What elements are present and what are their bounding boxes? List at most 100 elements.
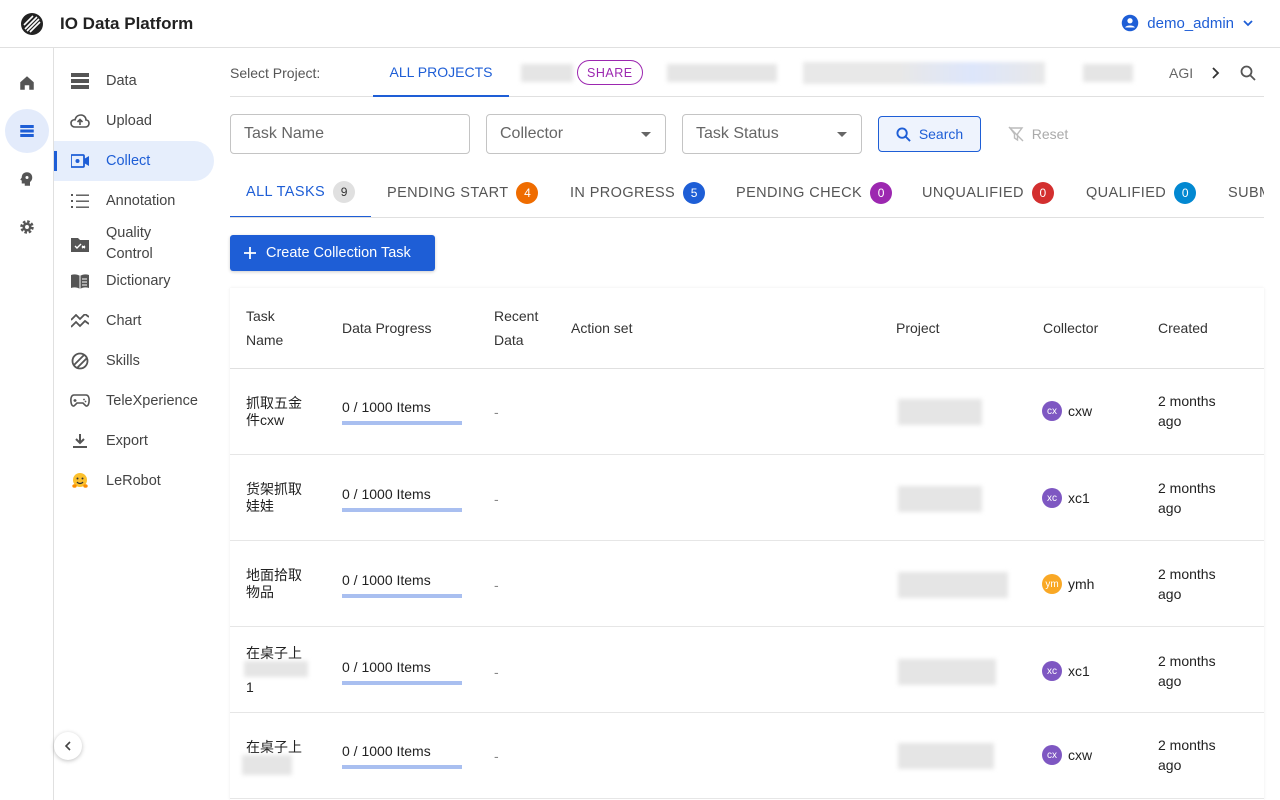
task-table: Task Name Data Progress Recent Data Acti… <box>230 288 1264 800</box>
task-name-line: 在桌子上 <box>246 645 302 661</box>
task-name-input[interactable]: Task Name <box>230 114 470 154</box>
task-name-line: 货架抓取 <box>246 481 302 497</box>
sidebar-item-chart[interactable]: Chart <box>54 301 214 341</box>
reset-button-label: Reset <box>1031 126 1069 142</box>
sidebar-item-dictionary[interactable]: Dictionary <box>54 261 214 301</box>
sidebar-collapse-button[interactable] <box>54 732 82 760</box>
collector-name: ymh <box>1068 576 1095 592</box>
table-row[interactable]: 抓取五金 件cxw 0 / 1000 Items - cx cxw 2 mont… <box>230 369 1264 455</box>
tab-label: SUBM <box>1228 185 1264 201</box>
tab-pending-start[interactable]: PENDING START 4 <box>387 168 539 217</box>
sidebar-item-data[interactable]: Data <box>54 61 214 101</box>
sidebar-item-annotation[interactable]: Annotation <box>54 181 214 221</box>
checklist-folder-icon <box>70 234 90 254</box>
list-icon <box>70 191 90 211</box>
tab-submitted[interactable]: SUBM <box>1228 168 1264 217</box>
dropdown-arrow-icon <box>641 132 651 137</box>
redacted-project <box>898 399 982 425</box>
progress-bar <box>342 421 462 425</box>
col-recent-data[interactable]: Recent Data <box>494 304 544 352</box>
logo-icon[interactable] <box>20 12 44 36</box>
table-row[interactable]: 地面拾取 物品 0 / 1000 Items - ym ymh 2 months… <box>230 541 1264 627</box>
col-collector[interactable]: Collector <box>1043 316 1098 340</box>
recent-data: - <box>494 577 499 593</box>
task-status-select[interactable]: Task Status <box>682 114 862 154</box>
search-button[interactable]: Search <box>878 116 981 152</box>
dropdown-arrow-icon <box>837 132 847 137</box>
progress-bar <box>342 681 462 685</box>
col-task-name[interactable]: Task Name <box>246 304 296 352</box>
collector-cell: cx cxw <box>1042 401 1092 421</box>
progress-bar <box>342 508 462 512</box>
col-data-progress[interactable]: Data Progress <box>342 316 431 340</box>
collector-name: cxw <box>1068 747 1093 763</box>
task-status-placeholder: Task Status <box>696 125 779 142</box>
task-name-line: 物品 <box>246 584 274 600</box>
icon-rail <box>0 48 54 800</box>
avatar: xc <box>1042 488 1062 508</box>
sidebar-item-lerobot[interactable]: LeRobot <box>54 461 214 501</box>
avatar: xc <box>1042 661 1062 681</box>
tab-all-projects-label: ALL PROJECTS <box>389 63 493 80</box>
table-row[interactable]: 在桌子上 1 0 / 1000 Items - xc xc1 2 months … <box>230 627 1264 713</box>
collector-cell: cx cxw <box>1042 745 1092 765</box>
tab-label: IN PROGRESS <box>570 185 676 201</box>
sidebar-item-skills[interactable]: Skills <box>54 341 214 381</box>
table-row[interactable]: 货架抓取 娃娃 0 / 1000 Items - xc xc1 2 months… <box>230 455 1264 541</box>
task-name-line: 在桌子上 <box>246 739 302 755</box>
rail-home[interactable] <box>7 63 47 103</box>
app-title: IO Data Platform <box>60 14 194 33</box>
chart-icon <box>70 311 90 331</box>
tab-unqualified[interactable]: UNQUALIFIED 0 <box>922 168 1054 217</box>
created-line: 2 months <box>1158 480 1216 496</box>
progress-text: 0 / 1000 Items <box>342 486 431 502</box>
task-name-line: 抓取五金 <box>246 395 302 411</box>
tab-in-progress[interactable]: IN PROGRESS 5 <box>570 168 706 217</box>
user-menu[interactable]: demo_admin <box>1121 14 1254 32</box>
home-icon <box>20 76 34 90</box>
username: demo_admin <box>1147 14 1234 32</box>
table-row[interactable]: 在桌子上 0 / 1000 Items - cx cxw 2 months ag… <box>230 713 1264 799</box>
reset-button[interactable]: Reset <box>998 116 1078 152</box>
gear-icon <box>20 220 34 234</box>
redacted-project <box>898 659 996 685</box>
sidebar-item-export[interactable]: Export <box>54 421 214 461</box>
avatar: ym <box>1042 574 1062 594</box>
project-search-button[interactable] <box>1240 48 1260 97</box>
create-collection-task-button[interactable]: Create Collection Task <box>230 235 435 271</box>
tab-label: PENDING START <box>387 185 509 201</box>
sidebar-item-upload[interactable]: Upload <box>54 101 214 141</box>
tab-all-tasks[interactable]: ALL TASKS 9 <box>230 168 371 217</box>
collector-select[interactable]: Collector <box>486 114 666 154</box>
table-header: Task Name Data Progress Recent Data Acti… <box>230 288 1264 369</box>
tab-qualified[interactable]: QUALIFIED 0 <box>1086 168 1197 217</box>
cloud-upload-icon <box>70 111 90 131</box>
scroll-right-button[interactable] <box>1210 48 1226 97</box>
col-created[interactable]: Created <box>1158 316 1208 340</box>
redacted-project-name <box>667 63 777 82</box>
task-name-line: 娃娃 <box>246 498 274 514</box>
collector-placeholder: Collector <box>500 125 564 142</box>
sidebar-item-telexperience[interactable]: TeleXperience <box>54 381 214 421</box>
account-icon <box>1122 14 1139 32</box>
task-name-line: 地面拾取 <box>246 567 302 583</box>
tab-project-3[interactable] <box>803 48 1045 97</box>
tab-pending-check[interactable]: PENDING CHECK 0 <box>736 168 893 217</box>
col-project[interactable]: Project <box>896 316 940 340</box>
created-line: 2 months <box>1158 566 1216 582</box>
tab-project-agi[interactable]: AGI <box>1169 48 1193 97</box>
rail-brain[interactable] <box>7 159 47 199</box>
sidebar-item-collect[interactable]: Collect <box>54 141 214 181</box>
tab-label: QUALIFIED <box>1086 185 1167 201</box>
app-header: IO Data Platform demo_admin <box>0 0 1280 48</box>
tab-project-2[interactable] <box>667 48 777 97</box>
tab-project-4[interactable] <box>1083 48 1133 97</box>
brain-icon <box>20 172 33 186</box>
sidebar-item-label: Chart <box>106 312 142 329</box>
main-content: Select Project: ALL PROJECTS SHARE AGI T… <box>214 48 1280 800</box>
created-line: 2 months <box>1158 393 1216 409</box>
tab-all-projects[interactable]: ALL PROJECTS <box>373 48 509 97</box>
col-action-set[interactable]: Action set <box>571 316 632 340</box>
rail-settings[interactable] <box>7 207 47 247</box>
rail-data[interactable] <box>5 109 49 153</box>
